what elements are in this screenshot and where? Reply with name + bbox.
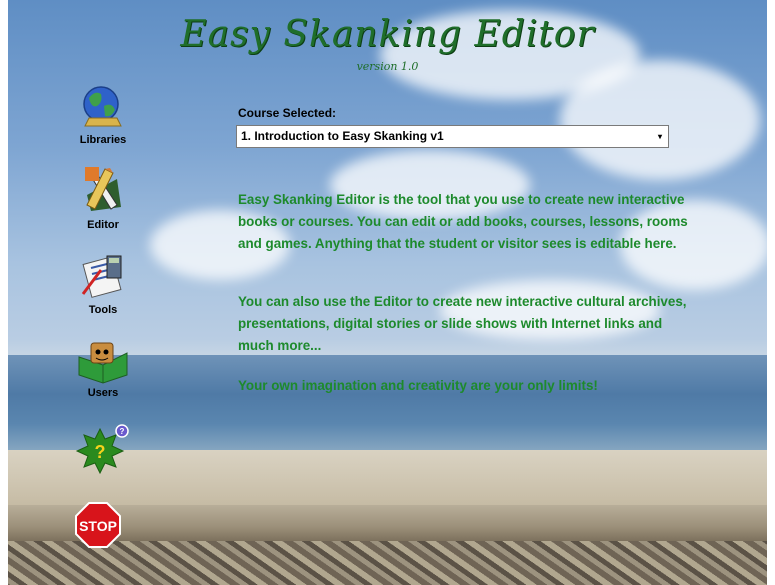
stop-button[interactable]: STOP — [53, 501, 143, 549]
tools-button[interactable]: Tools — [58, 250, 148, 316]
help-badge: ? — [120, 427, 125, 436]
course-selected-label: Course Selected: — [238, 106, 337, 120]
course-select[interactable]: 1. Introduction to Easy Skanking v1 ▾ — [236, 125, 669, 148]
globe-icon — [83, 86, 122, 127]
stop-icon: STOP — [75, 502, 121, 548]
help-icon: ? ? — [75, 424, 129, 475]
users-book-icon — [78, 342, 128, 384]
description-paragraph-3: Your own imagination and creativity are … — [238, 378, 598, 393]
app-version: version 1.0 — [356, 60, 419, 73]
libraries-label: Libraries — [79, 134, 127, 146]
pencil-ruler-icon — [85, 167, 121, 211]
users-label: Users — [87, 387, 119, 399]
tools-label: Tools — [88, 304, 118, 316]
help-button[interactable]: ? ? — [55, 423, 145, 479]
dropdown-arrow-icon[interactable]: ▾ — [658, 126, 662, 147]
users-button[interactable]: Users — [58, 335, 148, 399]
description-paragraph-2: You can also use the Editor to create ne… — [238, 294, 687, 353]
help-glyph: ? — [95, 442, 106, 462]
editor-button[interactable]: Editor — [58, 165, 148, 231]
description-paragraph-1: Easy Skanking Editor is the tool that yo… — [238, 192, 688, 251]
libraries-button[interactable]: Libraries — [58, 80, 148, 146]
stop-label: STOP — [79, 518, 117, 534]
app-title: Easy Skanking Editor — [180, 14, 595, 55]
tools-icon — [81, 255, 122, 298]
editor-label: Editor — [87, 219, 119, 231]
course-select-value: 1. Introduction to Easy Skanking v1 — [241, 129, 444, 143]
